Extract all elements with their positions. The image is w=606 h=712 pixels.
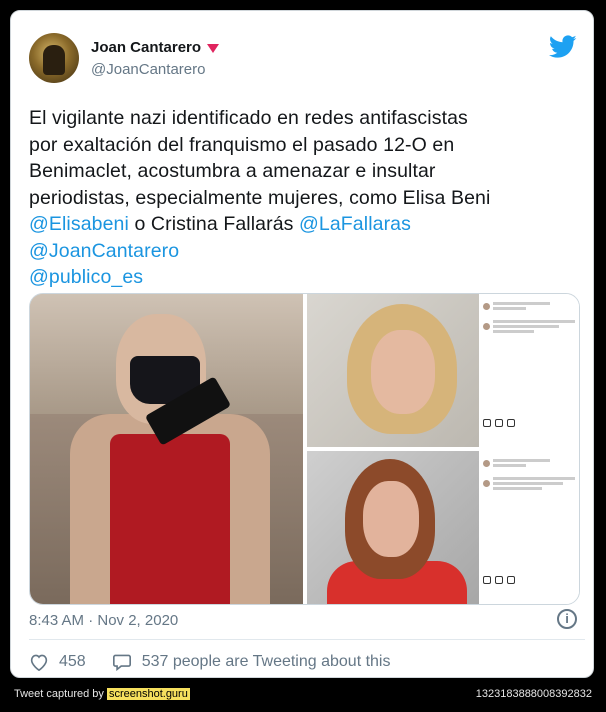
tweet-fragment: o Cristina Fallarás (128, 213, 300, 235)
red-triangle-icon (207, 44, 220, 53)
tweet-line: periodistas, especialmente mujeres, como… (29, 186, 491, 209)
tweet-id: 1323183888008392832 (475, 688, 592, 700)
instagram-comment-mock (483, 300, 575, 441)
photo-woman-blonde-screenshot[interactable] (307, 294, 579, 447)
mention-link[interactable]: @LaFallaras (299, 213, 411, 235)
like-count: 458 (59, 653, 86, 670)
tweet-line: Benimaclet, acostumbra a amenazar e insu… (29, 160, 436, 182)
like-action[interactable]: 458 (29, 653, 86, 671)
heart-icon (30, 654, 48, 671)
mention-link[interactable]: @JoanCantarero (29, 238, 585, 265)
capture-prefix: Tweet captured by (14, 688, 107, 700)
avatar-figure (43, 45, 65, 75)
tweet-timestamp[interactable]: 8:43 AM · Nov 2, 2020 (29, 612, 178, 629)
capture-brand[interactable]: screenshot.guru (106, 688, 190, 700)
capture-credit: Tweet captured by screenshot.guru (14, 688, 190, 700)
engagement-row: 458 537 people are Tweeting about this (29, 653, 416, 671)
tweet-line: @Elisabeni o Cristina Fallarás @LaFallar… (29, 211, 585, 238)
photo-woman-redhead-screenshot[interactable] (307, 451, 579, 604)
tweet-line: El vigilante nazi identificado en redes … (29, 107, 468, 129)
tweet-text: El vigilante nazi identificado en redes … (29, 105, 585, 291)
tweet-line: por exaltación del franquismo el pasado … (29, 133, 455, 156)
divider (29, 639, 585, 640)
name-row: Joan Cantarero (91, 39, 220, 56)
mention-link[interactable]: @Elisabeni (29, 213, 129, 235)
info-icon[interactable]: i (557, 609, 577, 629)
twitter-bird-icon[interactable] (549, 35, 577, 59)
reply-bubble-icon (112, 654, 131, 671)
author-handle[interactable]: @JoanCantarero (91, 61, 205, 78)
reply-action[interactable]: 537 people are Tweeting about this (112, 653, 391, 671)
avatar[interactable] (29, 33, 79, 83)
instagram-comment-mock (483, 457, 575, 598)
author-name[interactable]: Joan Cantarero (91, 39, 201, 56)
mention-link[interactable]: @publico_es (29, 264, 585, 291)
photo-man-with-gun[interactable] (30, 294, 303, 604)
reply-text: 537 people are Tweeting about this (141, 653, 391, 670)
media-grid[interactable] (29, 293, 580, 605)
tweet-card: Joan Cantarero @JoanCantarero El vigilan… (10, 10, 594, 678)
